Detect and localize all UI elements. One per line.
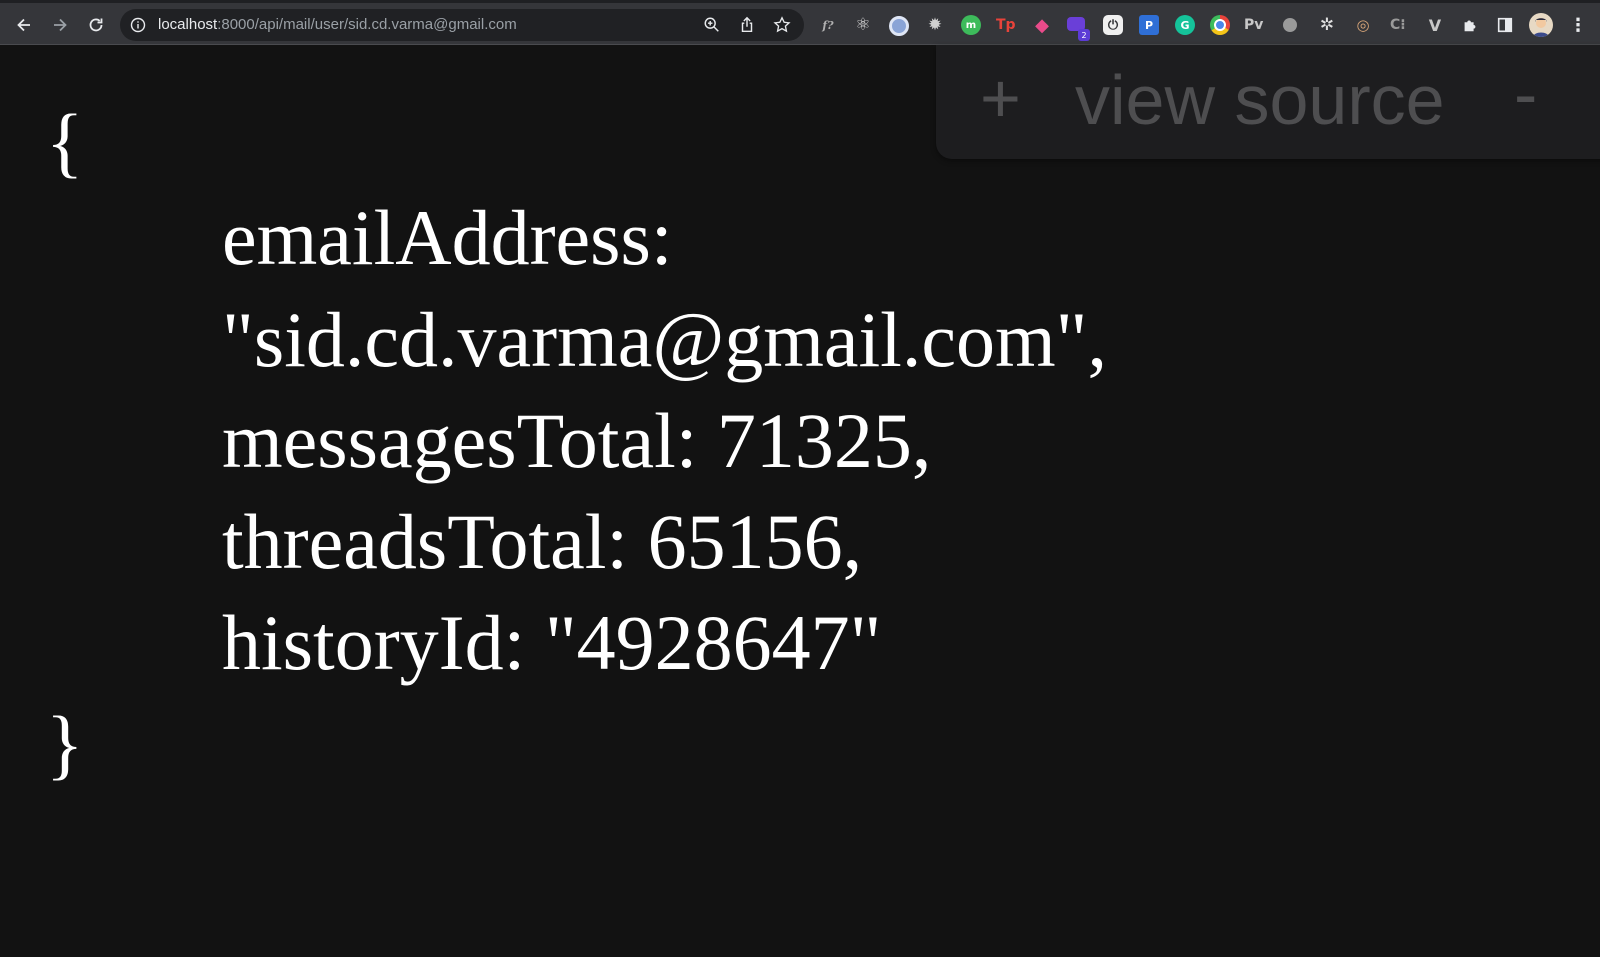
zoom-button[interactable] [702, 15, 722, 35]
reload-icon [89, 18, 103, 32]
grey-dot-ext-icon[interactable] [1283, 18, 1297, 32]
pv-ext-icon[interactable]: Pv [1244, 15, 1263, 35]
v-ext-icon[interactable]: V [1425, 15, 1445, 35]
zoom-icon [704, 17, 719, 32]
forward-button[interactable] [47, 12, 73, 38]
arrow-left-icon [17, 18, 30, 32]
extension-badge: 2 [1078, 29, 1090, 41]
power-ext-icon[interactable]: ⏻ [1103, 15, 1123, 35]
email-address-value: "sid.cd.varma@gmail.com", [222, 296, 1107, 383]
zoom-out-button[interactable]: - [1514, 49, 1537, 139]
owl-ext-icon[interactable]: ◎ [1353, 15, 1373, 35]
email-address-key: emailAddress: [222, 194, 673, 281]
colorful-ext-icon[interactable]: ◆ [1032, 15, 1052, 36]
chrome-ext-center [1214, 19, 1226, 31]
history-id-line: historyId: "4928647" [222, 599, 882, 686]
messages-total-line: messagesTotal: 71325, [222, 397, 932, 484]
puzzle-icon[interactable] [1460, 15, 1480, 35]
bookmark-star-button[interactable] [772, 15, 792, 35]
wheel-ext-icon[interactable]: ✲ [1317, 15, 1337, 35]
view-source-button[interactable]: view source [1075, 55, 1445, 145]
star-icon [773, 16, 791, 33]
threads-total-line: threadsTotal: 65156, [222, 498, 863, 585]
gear-ext-icon[interactable]: ✹ [925, 15, 945, 35]
react-devtools-icon[interactable]: ⚛ [853, 15, 873, 35]
tp-ext-icon[interactable]: Tp [996, 15, 1016, 35]
green-ext-icon[interactable]: m [961, 15, 981, 35]
back-button[interactable] [11, 12, 37, 38]
p-ext-icon[interactable]: P [1139, 15, 1159, 35]
chrome-ext-icon[interactable] [1210, 15, 1230, 35]
menu-kebab-icon[interactable]: ⋮ [1568, 15, 1588, 36]
reload-button[interactable] [83, 12, 109, 38]
circle-ext-icon[interactable] [889, 16, 909, 36]
url-path: :8000/api/mail/user/sid.cd.varma@gmail.c… [217, 16, 517, 33]
browser-toolbar: localhost:8000/api/mail/user/sid.cd.varm… [0, 0, 1600, 45]
address-bar[interactable]: localhost:8000/api/mail/user/sid.cd.varm… [120, 9, 804, 41]
profile-avatar[interactable] [1529, 13, 1553, 37]
json-close-brace: } [46, 700, 84, 787]
share-icon [741, 16, 753, 33]
json-open-brace: { [46, 98, 84, 185]
c-ext-icon[interactable]: C⁝ [1390, 15, 1406, 35]
formula-icon[interactable]: f? [818, 15, 838, 35]
url-host: localhost [158, 16, 218, 33]
share-button[interactable] [737, 15, 757, 35]
view-source-panel: + view source - [936, 45, 1600, 159]
grammarly-icon[interactable]: G [1175, 15, 1195, 35]
info-icon[interactable] [130, 17, 146, 33]
sidebar-toggle-icon[interactable] [1495, 15, 1515, 35]
arrow-right-icon [54, 18, 67, 32]
zoom-in-button[interactable]: + [980, 53, 1021, 143]
url-text[interactable]: localhost:8000/api/mail/user/sid.cd.varm… [158, 9, 517, 41]
